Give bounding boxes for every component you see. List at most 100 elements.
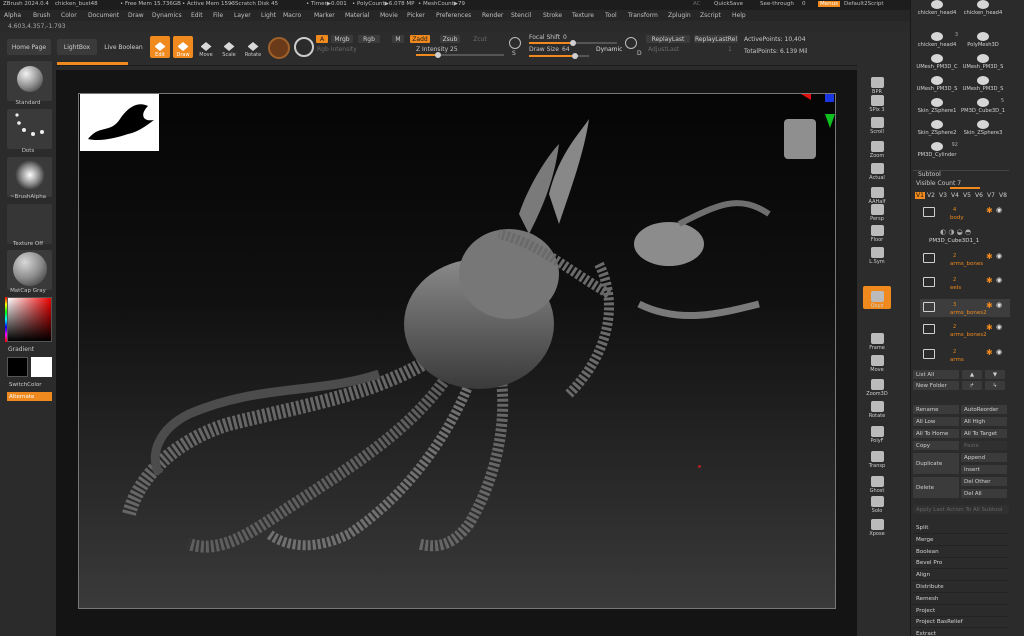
stroke-tile[interactable]	[7, 109, 52, 149]
move-up-button[interactable]: ▲	[962, 370, 982, 379]
rgb-intensity-slider[interactable]: Rgb Intensity	[317, 46, 357, 53]
texture-icon[interactable]	[294, 37, 314, 57]
brush-tile[interactable]	[7, 61, 52, 101]
section-extract[interactable]: Extract	[913, 629, 1009, 636]
menu-texture[interactable]: Texture	[572, 12, 594, 19]
script-button[interactable]: Default2Script	[844, 1, 884, 7]
menu-color[interactable]: Color	[61, 12, 77, 19]
gear-icon[interactable]: ✱	[986, 206, 993, 215]
menu-draw[interactable]: Draw	[128, 12, 144, 19]
tray-button-floor[interactable]: Floor	[863, 220, 891, 243]
folder-icon[interactable]	[923, 253, 935, 263]
subtool-row[interactable]: 2 arms_bones2 ✱ ◉	[920, 321, 1010, 339]
subtool-row[interactable]: 2 arms_bones ✱ ◉	[920, 250, 1010, 268]
main-color-swatch[interactable]	[7, 357, 28, 377]
subtool-row[interactable]: PM3D_Cube3D1_1 ◐ ◑ ◒ ◓	[920, 228, 1010, 246]
tool-item[interactable]: Skin_ZSphere2	[915, 120, 959, 140]
subtool-row[interactable]: 2 eels ✱ ◉	[920, 274, 1010, 292]
menu-brush[interactable]: Brush	[33, 12, 50, 19]
rotate-button[interactable]: Rotate	[243, 36, 263, 58]
material-tile[interactable]	[7, 250, 52, 290]
all-high-button[interactable]: All High	[961, 417, 1007, 426]
section-project-basrelief[interactable]: Project BasRelief	[913, 617, 1009, 629]
gear-icon[interactable]: ✱	[986, 301, 993, 310]
edit-button[interactable]: Edit	[150, 36, 170, 58]
document-canvas[interactable]	[78, 90, 836, 609]
zadd-button[interactable]: Zadd	[410, 35, 430, 43]
tray-button-persp[interactable]: Persp	[863, 199, 891, 222]
tool-item[interactable]: PM3D_Cube3D_1 5	[961, 98, 1005, 118]
eye-icon[interactable]: ◉	[996, 252, 1002, 260]
move-button[interactable]: Move	[196, 36, 216, 58]
tray-button-zoom[interactable]: Zoom	[863, 136, 891, 159]
move-to-top-button[interactable]: ↱	[962, 381, 982, 390]
version-tab-v6[interactable]: V6	[975, 192, 983, 199]
tray-button-spix-3[interactable]: SPix 3	[863, 90, 891, 113]
menu-material[interactable]: Material	[345, 12, 369, 19]
section-remesh[interactable]: Remesh	[913, 594, 1009, 605]
menu-zscript[interactable]: Zscript	[700, 12, 721, 19]
menu-layer[interactable]: Layer	[234, 12, 251, 19]
section-bevel-pro[interactable]: Bevel Pro	[913, 558, 1009, 570]
mrgb-button[interactable]: Mrgb	[331, 35, 353, 43]
visible-count-slider[interactable]	[950, 187, 980, 189]
all-low-button[interactable]: All Low	[913, 417, 959, 426]
menu-movie[interactable]: Movie	[380, 12, 398, 19]
zcut-button[interactable]: Zcut	[470, 35, 490, 43]
gradient-label[interactable]: Gradient	[8, 346, 34, 353]
texture-tile[interactable]	[7, 204, 52, 244]
tray-button-move[interactable]: Move	[863, 350, 891, 373]
navigation-thumbnail[interactable]	[80, 94, 159, 151]
menu-document[interactable]: Document	[88, 12, 119, 19]
menu-marker[interactable]: Marker	[314, 12, 335, 19]
eye-icon[interactable]: ◉	[996, 301, 1002, 309]
del-other-button[interactable]: Del Other	[961, 477, 1007, 486]
switchcolor-button[interactable]: SwitchColor	[7, 380, 52, 389]
menu-help[interactable]: Help	[732, 12, 746, 19]
focal-shift-slider[interactable]	[529, 40, 617, 46]
tool-item[interactable]: chicken_head4 3	[915, 32, 959, 52]
move-down-button[interactable]: ▼	[985, 370, 1005, 379]
subtool-title[interactable]: Subtool	[918, 171, 941, 178]
section-merge[interactable]: Merge	[913, 535, 1009, 546]
tray-button-frame[interactable]: Frame	[863, 328, 891, 351]
menu-picker[interactable]: Picker	[407, 12, 425, 19]
adjust-last-slider[interactable]: AdjustLast	[648, 46, 679, 53]
menu-file[interactable]: File	[213, 12, 223, 19]
tray-button-transp[interactable]: Transp	[863, 446, 891, 469]
subtool-row[interactable]: 2 arms ✱ ◉	[920, 346, 1010, 364]
tray-button-qxyz[interactable]: Qxyz	[863, 286, 891, 309]
version-tab-v1[interactable]: V1	[915, 192, 925, 199]
draw-button[interactable]: Draw	[173, 36, 193, 58]
section-project[interactable]: Project	[913, 606, 1009, 617]
folder-icon[interactable]	[923, 207, 935, 217]
version-tab-v2[interactable]: V2	[927, 192, 935, 199]
section-distribute[interactable]: Distribute	[913, 582, 1009, 593]
z-intensity-slider[interactable]	[416, 52, 504, 58]
tool-item[interactable]: UMesh_PM3D_S	[961, 76, 1005, 96]
dynamic-toggle[interactable]: Dynamic	[596, 46, 622, 53]
stroke-icon[interactable]	[509, 37, 521, 49]
replay-icon[interactable]	[625, 37, 637, 49]
section-align[interactable]: Align	[913, 570, 1009, 582]
new-folder-button[interactable]: New Folder	[913, 381, 959, 390]
tool-item[interactable]: PM3D_Cylinder 92	[915, 142, 959, 162]
eye-icon[interactable]: ◉	[996, 348, 1002, 356]
subtool-row[interactable]: 4 body ✱ ◉	[920, 204, 1010, 222]
insert-button[interactable]: Insert	[961, 465, 1007, 474]
eye-icon[interactable]: ◉	[996, 206, 1002, 214]
tray-button-xpose[interactable]: Xpose	[863, 514, 891, 537]
tray-button-l-sym[interactable]: L.Sym	[863, 242, 891, 265]
color-picker[interactable]	[7, 297, 52, 342]
tool-item[interactable]: PolyMesh3D	[961, 32, 1005, 52]
gear-icon[interactable]: ✱	[986, 252, 993, 261]
menu-edit[interactable]: Edit	[191, 12, 203, 19]
menu-render[interactable]: Render	[482, 12, 503, 19]
tray-button-zoom3d[interactable]: Zoom3D	[863, 374, 891, 397]
move-to-bottom-button[interactable]: ↳	[985, 381, 1005, 390]
live-boolean-button[interactable]: Live Boolean	[101, 39, 146, 55]
delete-button[interactable]: Delete	[913, 477, 959, 498]
duplicate-button[interactable]: Duplicate	[913, 453, 959, 474]
menu-stroke[interactable]: Stroke	[543, 12, 562, 19]
apply-last-action-button[interactable]: Apply Last Action To All Subtool	[913, 505, 1009, 514]
